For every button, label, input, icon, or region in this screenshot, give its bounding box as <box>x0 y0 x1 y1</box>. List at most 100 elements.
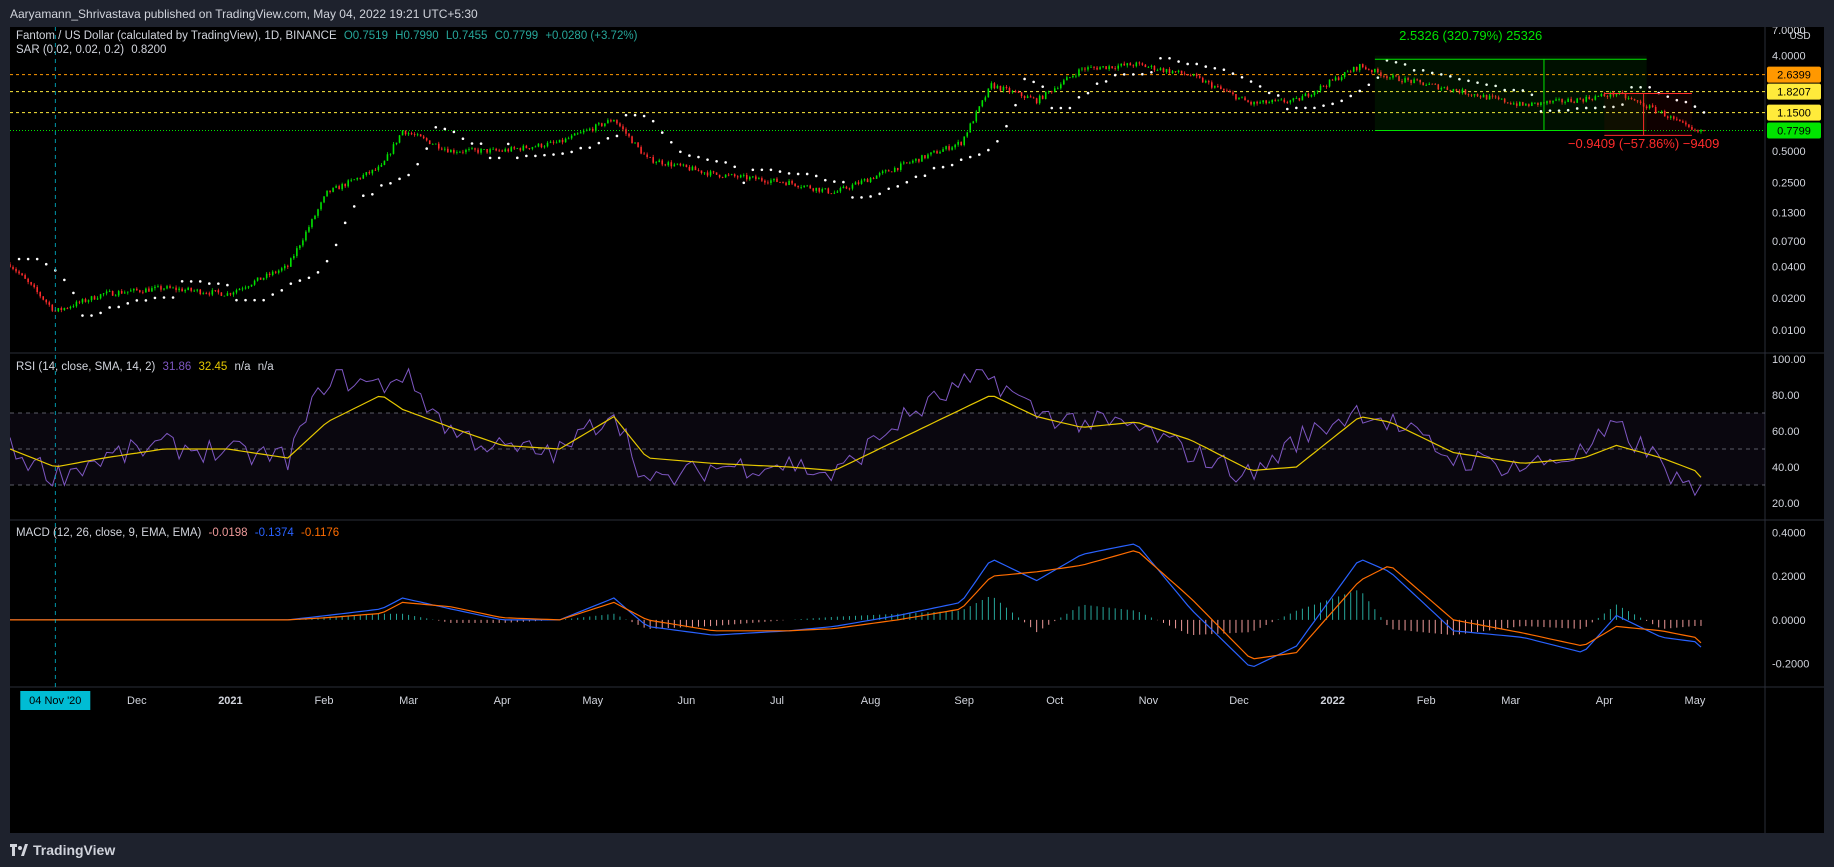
sar-dot <box>171 296 175 299</box>
candle-body <box>1703 130 1705 131</box>
candle-body <box>371 169 374 174</box>
candle-body <box>522 145 525 151</box>
candle-body <box>1235 94 1237 100</box>
sar-dot <box>642 114 646 118</box>
candle-body <box>631 136 633 144</box>
candle-body <box>283 265 286 269</box>
candle-body <box>1241 97 1243 99</box>
sar-dot <box>1141 72 1144 76</box>
candle-body <box>235 290 238 293</box>
candle-body <box>462 151 464 153</box>
macd-name[interactable]: MACD (12, 26, close, 9, EMA, EMA) <box>16 527 201 539</box>
candle-body <box>57 308 60 312</box>
time-tick-label: Mar <box>399 695 418 707</box>
candle-body <box>1132 65 1135 67</box>
sar-dot <box>851 196 854 199</box>
candle-body <box>377 166 380 170</box>
chart-area[interactable]: USD 7.0000 4.0000 0.5000 0.2500 0.1300 0.0700 0… <box>9 25 1824 833</box>
sar-dot <box>325 259 329 263</box>
candle-body <box>851 184 854 189</box>
rsi-name[interactable]: RSI (14, close, SMA, 14, 2) <box>16 361 155 373</box>
price-tick-label: 0.1300 <box>1772 207 1806 219</box>
rsi-tick-label: 100.00 <box>1772 354 1806 366</box>
price-tick-label: 0.0700 <box>1772 236 1806 248</box>
candle-body <box>881 171 884 174</box>
sar-dot <box>162 296 166 299</box>
candle-body <box>933 151 935 153</box>
candle-body <box>640 147 642 154</box>
candle-body <box>1129 63 1132 66</box>
candle-body <box>250 284 253 287</box>
sar-dot <box>1648 86 1651 89</box>
candle-body <box>1238 97 1240 100</box>
sar-dot <box>72 291 75 295</box>
candle-body <box>1093 66 1095 68</box>
candle-body <box>1229 91 1231 93</box>
candle-body <box>1371 70 1373 73</box>
candle-body <box>724 174 727 178</box>
candle-body <box>30 282 32 285</box>
candle-body <box>220 292 223 296</box>
candle-body <box>407 133 410 135</box>
candle-body <box>338 186 340 190</box>
candle-body <box>277 270 280 273</box>
candle-body <box>1253 101 1255 105</box>
candle-body <box>579 132 582 134</box>
candle-body <box>794 183 796 186</box>
candle-body <box>437 143 440 149</box>
candle-body <box>604 123 606 126</box>
candle-body <box>425 138 428 141</box>
candle-body <box>1060 84 1062 89</box>
candle-body <box>287 265 289 267</box>
sar-dot <box>1086 91 1090 95</box>
sar-dot <box>1331 102 1334 106</box>
candle-body <box>924 155 926 159</box>
sar-dot <box>1276 94 1280 97</box>
sar-dot <box>1095 82 1099 85</box>
candle-body <box>410 133 413 135</box>
tradingview-logo[interactable]: TradingView <box>10 842 115 858</box>
sar-dot <box>1358 89 1362 93</box>
candle-body <box>1087 67 1089 70</box>
candle-body <box>1220 86 1222 90</box>
candle-body <box>1334 77 1337 81</box>
sar-dot <box>90 314 93 317</box>
sar-dot <box>1222 68 1226 71</box>
candle-body <box>1286 102 1289 103</box>
footer-bar: TradingView <box>0 833 1834 867</box>
macd-tick-label: 0.4000 <box>1772 528 1806 540</box>
candle-body <box>253 280 256 285</box>
candle-body <box>691 166 694 171</box>
price-tick-label: 0.0400 <box>1772 261 1806 273</box>
candle-body <box>90 296 93 301</box>
candle-body <box>836 191 839 193</box>
symbol-name[interactable]: Fantom / US Dollar (calculated by Tradin… <box>16 30 337 42</box>
time-tick-label: Apr <box>1596 695 1613 707</box>
sar-dot <box>968 155 972 159</box>
candle-body <box>1368 69 1370 71</box>
sar-dot <box>189 280 193 283</box>
sar-dot <box>633 113 637 117</box>
sar-name[interactable]: SAR (0.02, 0.02, 0.2) <box>16 44 124 56</box>
candle-body <box>963 136 965 146</box>
low-value: L0.7455 <box>445 30 488 42</box>
candle-body <box>1365 67 1367 70</box>
candle-body <box>854 182 857 185</box>
candle-body <box>416 134 419 136</box>
candle-body <box>1126 63 1129 66</box>
candle-body <box>616 120 618 124</box>
rsi-na-1: n/a <box>234 361 251 373</box>
chart-svg[interactable]: USD7.00004.00000.50000.25000.13000.07000… <box>9 25 1824 833</box>
candle-body <box>610 120 612 122</box>
candle-body <box>501 150 503 152</box>
sar-dot <box>651 119 655 123</box>
candle-body <box>169 286 171 288</box>
candle-body <box>745 175 748 180</box>
candle-body <box>51 304 54 311</box>
candle-body <box>887 170 890 172</box>
candle-body <box>1044 91 1047 99</box>
macd-hist-value: -0.0198 <box>208 527 248 539</box>
candle-body <box>637 142 639 148</box>
sar-dot <box>1204 65 1208 68</box>
candle-body <box>1144 64 1147 68</box>
